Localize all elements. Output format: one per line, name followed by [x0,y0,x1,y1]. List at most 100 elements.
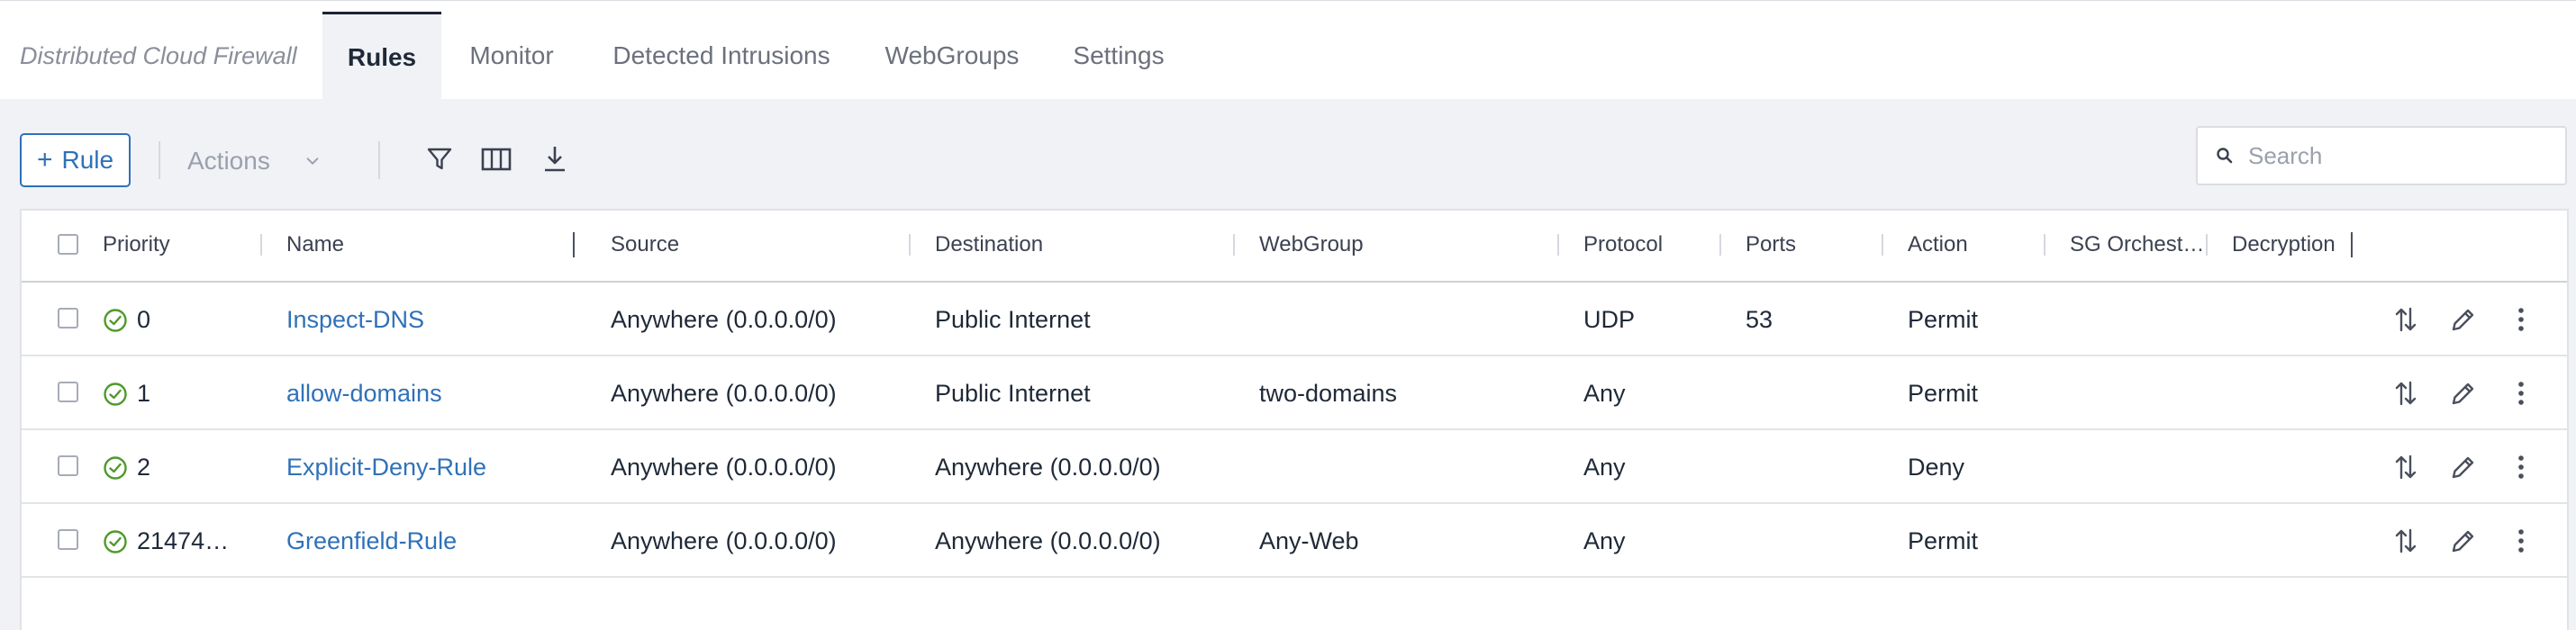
edit-icon[interactable] [2446,302,2481,337]
rules-table: Priority Name Source Destination WebGrou… [20,209,2569,630]
tab-rules[interactable]: Rules [322,12,441,100]
column-header-ports[interactable]: Ports [1746,232,1796,257]
add-rule-button[interactable]: + Rule [20,133,131,187]
column-header-decryption[interactable]: Decryption [2232,232,2336,257]
more-vertical-icon[interactable] [2504,524,2538,558]
check-circle-icon [104,309,127,332]
tab-label: Settings [1073,41,1165,69]
rule-name-link[interactable]: Inspect-DNS [286,306,424,334]
reorder-icon[interactable] [2389,450,2423,484]
toolbar-divider [378,141,380,179]
top-nav: Distributed Cloud Firewall Rules Monitor… [0,0,2576,100]
column-resizer[interactable] [573,232,575,257]
more-vertical-icon[interactable] [2504,302,2538,337]
tab-label: Monitor [469,41,554,69]
column-header-action[interactable]: Action [1908,232,1968,257]
tab-label: Rules [347,42,417,71]
column-resizer[interactable] [1882,234,1883,256]
rule-name-link[interactable]: allow-domains [286,380,442,408]
column-header-sg-orchestration[interactable]: SG Orchest… [2070,232,2204,257]
cell-action: Permit [1908,380,1979,407]
toolbar-divider [159,141,160,179]
search-icon [2217,148,2233,164]
column-resizer[interactable] [1233,234,1235,256]
tab-monitor[interactable]: Monitor [456,12,567,100]
column-header-source[interactable]: Source [611,232,679,257]
table-row[interactable]: 2 Explicit-Deny-Rule Anywhere (0.0.0.0/0… [22,430,2567,504]
column-resizer[interactable] [1557,234,1559,256]
cell-ports: 53 [1746,306,1773,333]
check-circle-icon [104,382,127,406]
cell-source: Anywhere (0.0.0.0/0) [611,380,837,407]
cell-protocol: Any [1583,527,1626,554]
column-resizer[interactable] [2206,234,2208,256]
tab-webgroups[interactable]: WebGroups [874,12,1030,100]
table-row[interactable]: 21474… Greenfield-Rule Anywhere (0.0.0.0… [22,504,2567,578]
columns-icon[interactable] [478,141,514,177]
tab-label: Detected Intrusions [612,41,830,69]
cell-priority: 1 [137,380,151,407]
cell-priority: 21474… [137,527,230,554]
actions-label: Actions [187,147,270,175]
more-vertical-icon[interactable] [2504,376,2538,410]
column-resizer[interactable] [2351,232,2353,257]
rule-name-link[interactable]: Greenfield-Rule [286,527,457,555]
plus-icon: + [36,145,53,175]
add-rule-label: Rule [61,146,114,174]
column-header-protocol[interactable]: Protocol [1583,232,1663,257]
column-header-name[interactable]: Name [286,232,344,257]
search-input[interactable] [2248,141,2554,170]
table-row[interactable]: 0 Inspect-DNS Anywhere (0.0.0.0/0) Publi… [22,283,2567,356]
download-icon[interactable] [537,141,573,177]
rule-name-link[interactable]: Explicit-Deny-Rule [286,454,486,482]
cell-source: Anywhere (0.0.0.0/0) [611,306,837,333]
row-checkbox[interactable] [58,382,78,402]
column-resizer[interactable] [909,234,911,256]
cell-action: Permit [1908,306,1979,333]
chevron-down-icon [306,158,319,165]
cell-source: Anywhere (0.0.0.0/0) [611,454,837,481]
cell-priority: 2 [137,454,151,481]
cell-protocol: Any [1583,380,1626,407]
tab-detected-intrusions[interactable]: Detected Intrusions [594,12,848,100]
column-resizer[interactable] [2044,234,2045,256]
select-all-checkbox[interactable] [58,234,78,255]
cell-action: Deny [1908,454,1965,481]
filter-icon[interactable] [422,141,458,177]
tab-label: WebGroups [884,41,1020,69]
cell-webgroup: Any-Web [1259,527,1359,554]
cell-destination: Public Internet [935,306,1091,333]
cell-protocol: UDP [1583,306,1636,333]
row-checkbox[interactable] [58,529,78,550]
cell-destination: Anywhere (0.0.0.0/0) [935,454,1161,481]
row-checkbox[interactable] [58,455,78,476]
table-row[interactable]: 1 allow-domains Anywhere (0.0.0.0/0) Pub… [22,356,2567,430]
column-header-destination[interactable]: Destination [935,232,1043,257]
cell-action: Permit [1908,527,1979,554]
cell-priority: 0 [137,306,151,333]
check-circle-icon [104,530,127,554]
edit-icon[interactable] [2446,524,2481,558]
tab-settings[interactable]: Settings [1059,12,1178,100]
edit-icon[interactable] [2446,376,2481,410]
cell-destination: Anywhere (0.0.0.0/0) [935,527,1161,554]
cell-protocol: Any [1583,454,1626,481]
actions-dropdown[interactable]: Actions [187,135,349,187]
search-box[interactable] [2196,126,2567,185]
reorder-icon[interactable] [2389,376,2423,410]
edit-icon[interactable] [2446,450,2481,484]
reorder-icon[interactable] [2389,524,2423,558]
cell-destination: Public Internet [935,380,1091,407]
column-resizer[interactable] [1719,234,1721,256]
more-vertical-icon[interactable] [2504,450,2538,484]
cell-source: Anywhere (0.0.0.0/0) [611,527,837,554]
check-circle-icon [104,456,127,480]
table-header: Priority Name Source Destination WebGrou… [22,211,2567,283]
column-resizer[interactable] [260,234,262,256]
reorder-icon[interactable] [2389,302,2423,337]
column-header-priority[interactable]: Priority [103,232,170,257]
row-checkbox[interactable] [58,308,78,328]
column-header-webgroup[interactable]: WebGroup [1259,232,1364,257]
cell-webgroup: two-domains [1259,380,1398,407]
app-brand: Distributed Cloud Firewall [20,42,297,69]
